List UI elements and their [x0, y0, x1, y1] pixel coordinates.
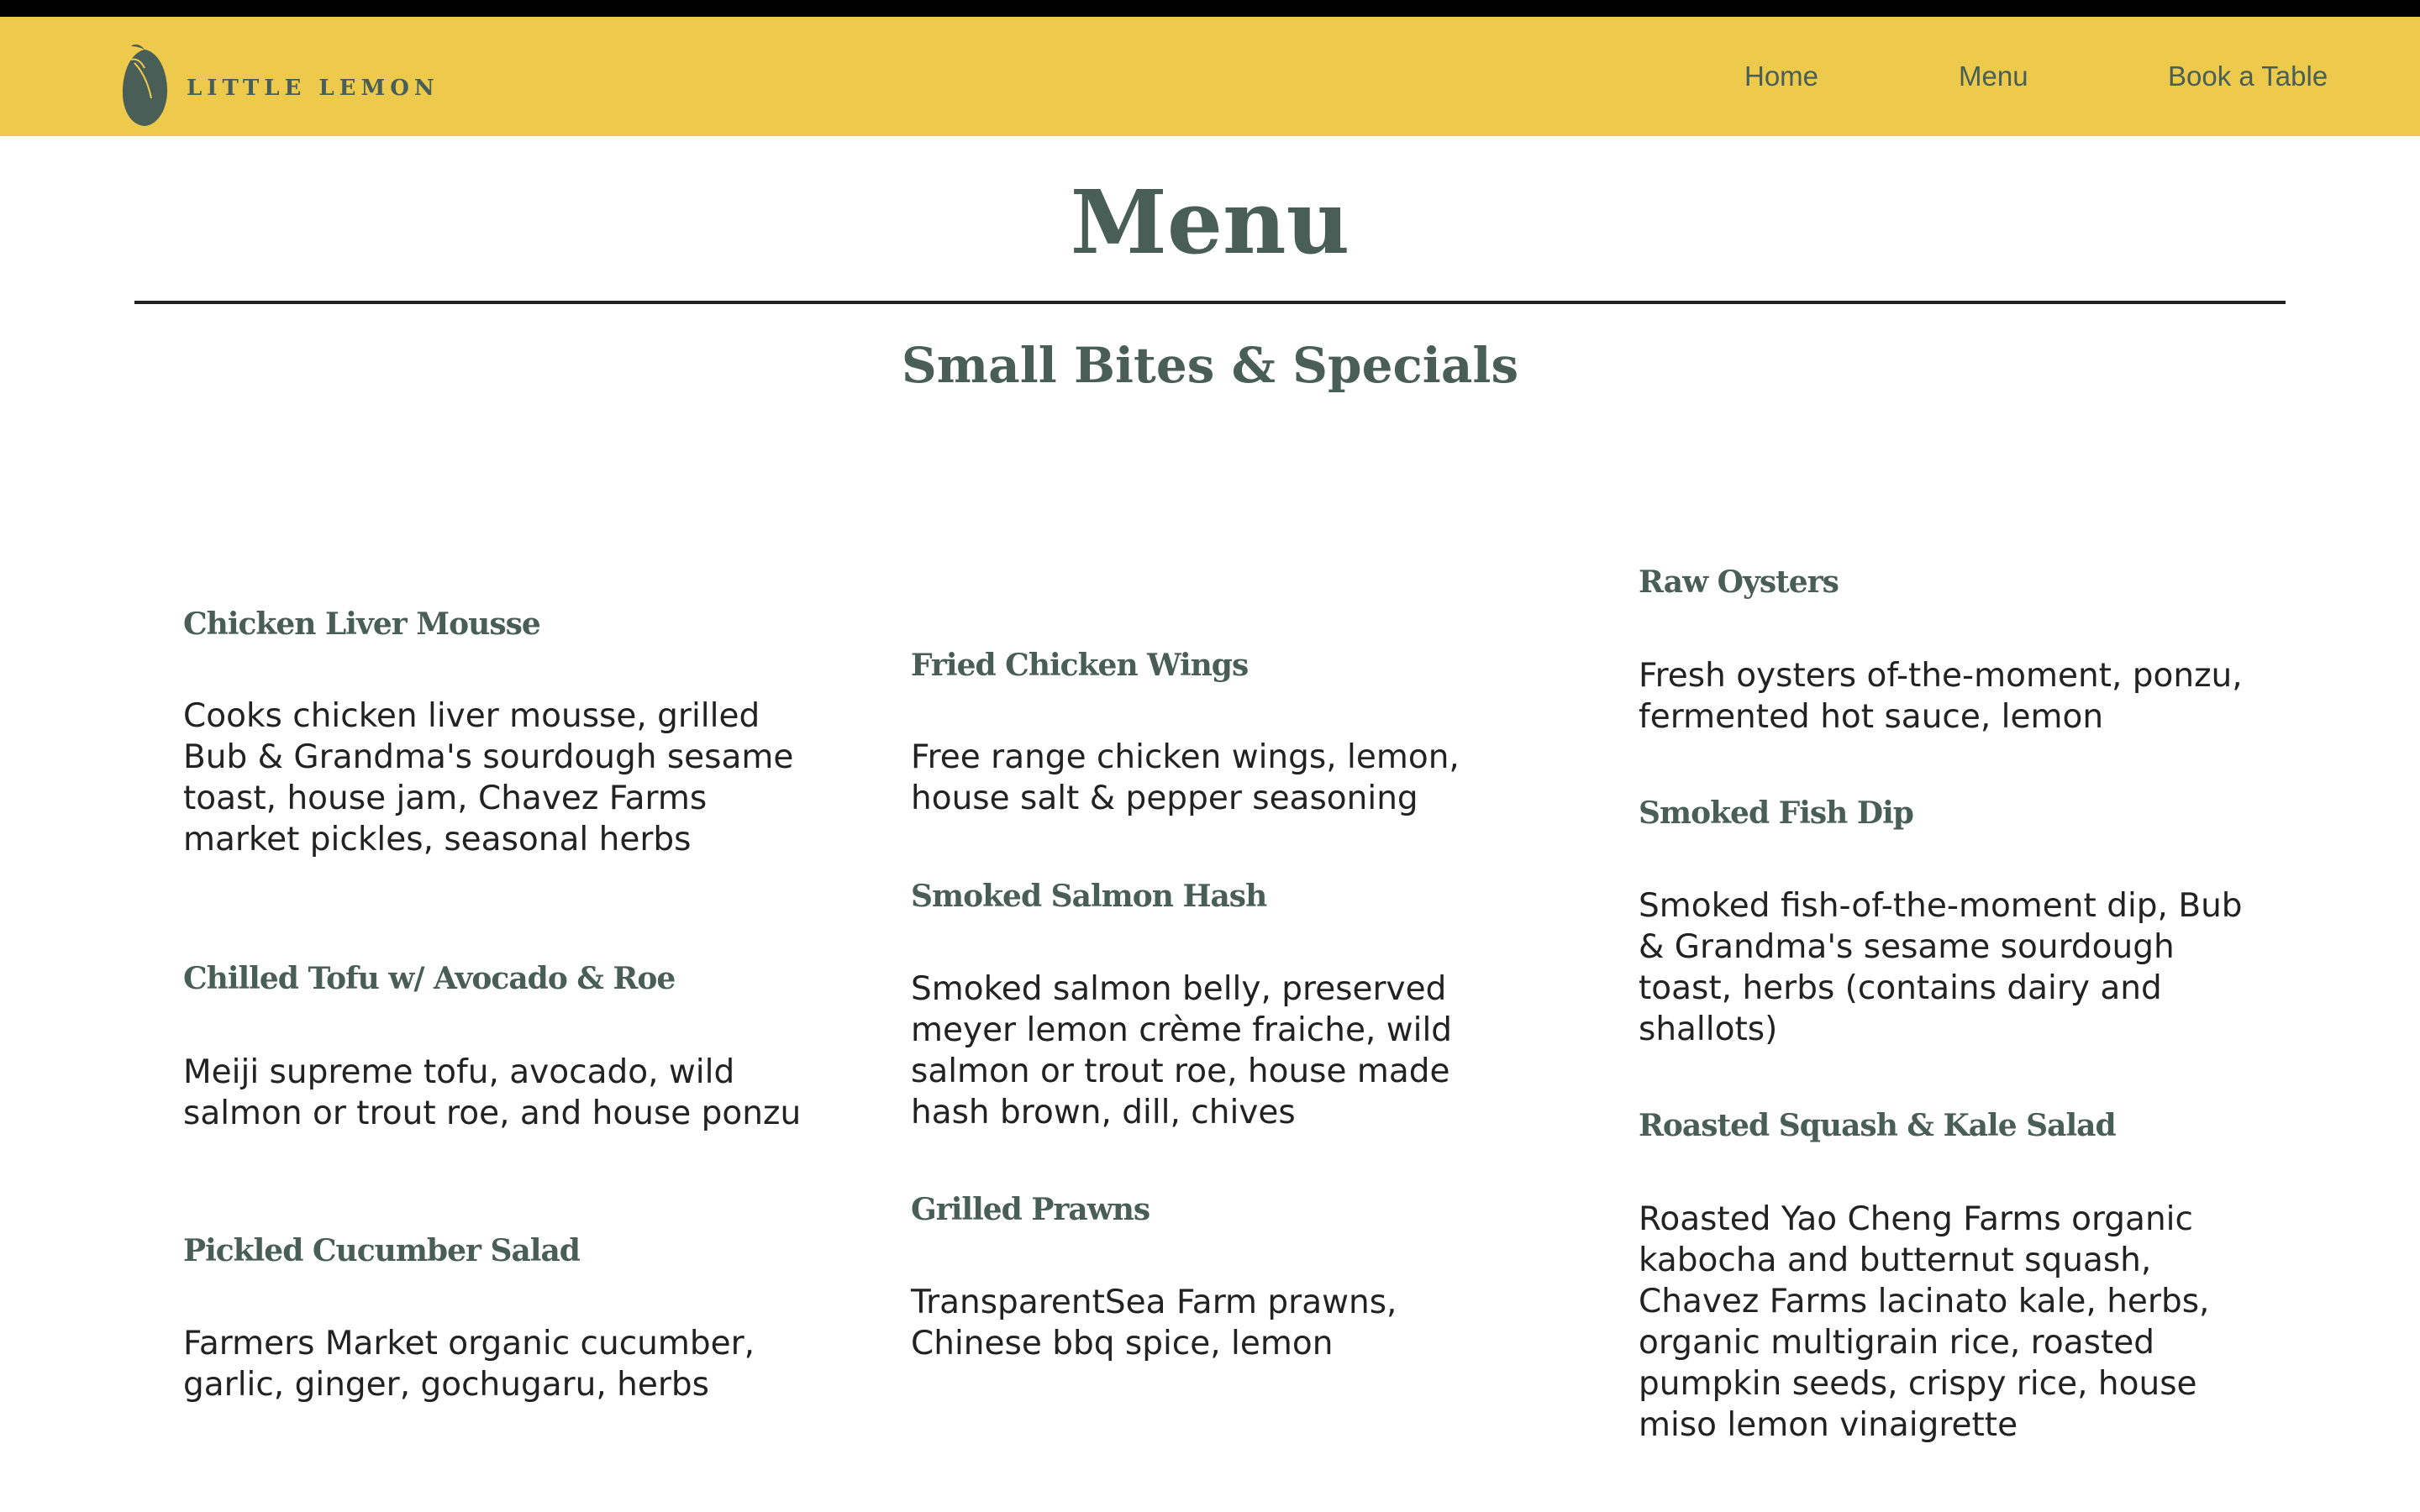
menu-item-description: Roasted Yao Cheng Farms organic kabocha …: [1639, 1200, 2210, 1444]
menu-item-description: Fresh oysters of-the-moment, ponzu, ferm…: [1639, 657, 2243, 736]
menu-item-name: Smoked Fish Dip: [1639, 795, 1914, 831]
menu-item-description: Meiji supreme tofu, avocado, wild salmon…: [183, 1053, 802, 1132]
menu-item-name: Smoked Salmon Hash: [911, 879, 1267, 914]
main-nav: Home Menu Book a Table: [0, 17, 2420, 136]
nav-home-link[interactable]: Home: [1744, 60, 1818, 92]
window-top-bar: [0, 0, 2420, 17]
section-title: Small Bites & Specials: [901, 337, 1519, 394]
menu-item-name: Chilled Tofu w/ Avocado & Roe: [183, 961, 676, 996]
menu-item-description: Free range chicken wings, lemon, house s…: [911, 738, 1460, 817]
site-header: LITTLE LEMON Home Menu Book a Table: [0, 17, 2420, 136]
menu-item-description: Cooks chicken liver mousse, grilled Bub …: [183, 697, 794, 858]
nav-menu-link[interactable]: Menu: [1959, 60, 2028, 92]
page-title: Menu: [1070, 171, 1350, 274]
menu-item-name: Raw Oysters: [1639, 564, 1839, 600]
menu-item-description: Smoked salmon belly, preserved meyer lem…: [911, 970, 1453, 1131]
menu-item-name: Grilled Prawns: [911, 1192, 1150, 1227]
menu-item-description: Smoked fish-of-the-moment dip, Bub & Gra…: [1639, 887, 2243, 1048]
menu-item-description: Farmers Market organic cucumber, garlic,…: [183, 1325, 755, 1404]
menu-item-name: Fried Chicken Wings: [911, 648, 1249, 683]
menu-item-name: Roasted Squash & Kale Salad: [1639, 1108, 2117, 1143]
divider: [134, 301, 2286, 304]
menu-item-description: TransparentSea Farm prawns, Chinese bbq …: [911, 1284, 1397, 1362]
menu-item-name: Pickled Cucumber Salad: [183, 1233, 581, 1268]
nav-book-table-link[interactable]: Book a Table: [2168, 60, 2328, 92]
menu-item-name: Chicken Liver Mousse: [183, 606, 541, 642]
